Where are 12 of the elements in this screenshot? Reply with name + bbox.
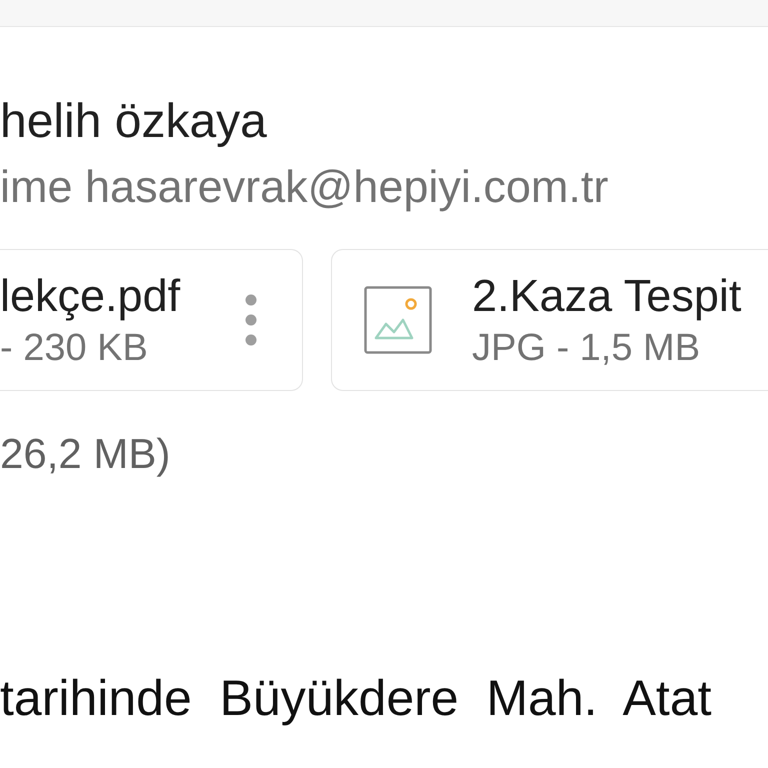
sender-name: helih özkaya	[0, 97, 268, 147]
total-size: 26,2 MB)	[0, 429, 172, 479]
attachment-card[interactable]: 2.Kaza Tespit JPG - 1,5 MB	[331, 249, 768, 391]
body-text: tarihinde Büyükdere Mah. Atat	[0, 671, 713, 725]
attachment-card[interactable]: lekçe.pdf - 230 KB	[0, 249, 303, 391]
recipient-line: ime hasarevrak@hepiyi.com.tr	[0, 163, 610, 211]
file-size: JPG - 1,5 MB	[472, 328, 702, 368]
file-size: - 230 KB	[0, 328, 149, 368]
image-icon	[364, 286, 432, 354]
file-name: 2.Kaza Tespit	[472, 272, 742, 320]
more-icon[interactable]	[244, 294, 258, 346]
file-name: lekçe.pdf	[0, 272, 180, 320]
